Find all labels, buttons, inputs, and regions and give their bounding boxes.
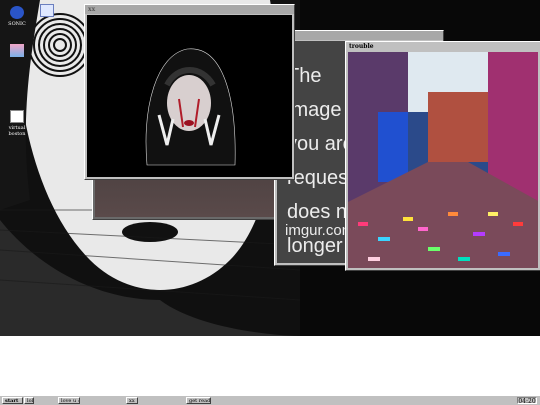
trouble-image (348, 52, 538, 268)
taskbar-button-xx[interactable]: xx (126, 397, 138, 404)
desktop-icon-label: SONIC (8, 21, 26, 27)
start-button[interactable]: start (2, 397, 23, 404)
window-titlebar[interactable] (275, 31, 443, 40)
xx-image (87, 15, 292, 177)
taskbar: start lol love u :) xx get ready 04:20 (0, 395, 540, 405)
trouble-street-photo (348, 52, 538, 268)
desktop-icon-label: virtual boston (8, 125, 26, 137)
imgur-footer: imgur.com (285, 222, 355, 239)
desktop-icon-3[interactable] (0, 44, 34, 59)
taskbar-button-lol[interactable]: lol (24, 397, 34, 404)
desktop-icon-sonic[interactable]: SONIC (0, 6, 34, 27)
document-icon (40, 4, 54, 17)
desktop-icon-2[interactable] (30, 4, 64, 19)
taskbar-clock: 04:20 (517, 397, 537, 405)
window-titlebar[interactable]: trouble (346, 42, 540, 51)
sonic-icon (10, 6, 24, 19)
window-title: xx (88, 6, 96, 13)
window-trouble[interactable]: trouble (345, 41, 540, 271)
image-file-icon (10, 44, 24, 57)
taskbar-button-love[interactable]: love u :) (58, 397, 80, 404)
window-xx[interactable]: xx (84, 4, 295, 180)
xx-artwork (87, 15, 292, 177)
window-titlebar[interactable]: xx (85, 5, 294, 14)
desktop-icon-virtual-boston[interactable]: virtual boston (0, 110, 34, 137)
file-icon (10, 110, 24, 123)
taskbar-button-get-ready[interactable]: get ready (186, 397, 211, 404)
window-title: trouble (349, 43, 374, 50)
